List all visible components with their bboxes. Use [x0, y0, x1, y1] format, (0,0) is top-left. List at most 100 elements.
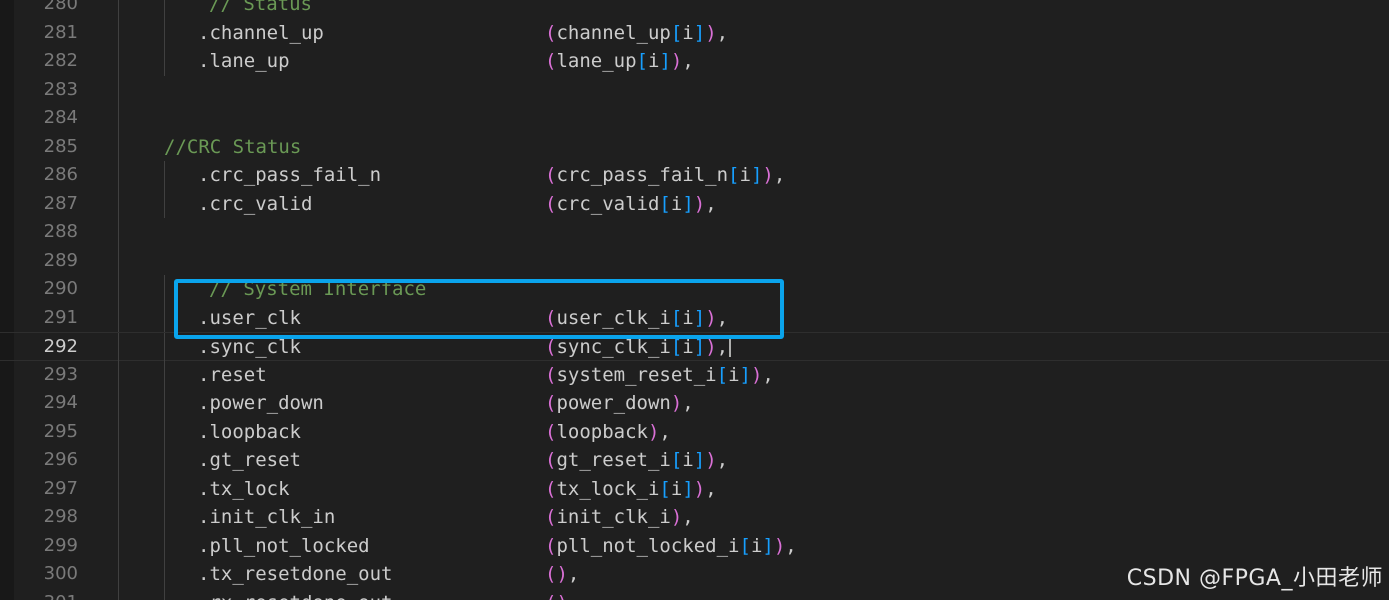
indent-guide: [164, 47, 165, 76]
line-number: 287: [43, 192, 78, 214]
code-line[interactable]: 297 .tx_lock (tx_lock_i[i]),: [0, 474, 1389, 504]
code-line[interactable]: 283: [0, 75, 1389, 104]
close-bracket: ]: [693, 449, 706, 471]
indent-guide: [118, 161, 119, 190]
line-number: 298: [43, 506, 78, 527]
open-paren: (: [545, 534, 557, 557]
code-line[interactable]: 296 .gt_reset (gt_reset_i[i]),: [0, 446, 1389, 475]
open-paren: (: [545, 477, 557, 500]
indent-guide: [118, 275, 119, 304]
close-paren: ): [670, 50, 683, 72]
indent-guide: [118, 132, 119, 161]
text-cursor: [729, 337, 731, 357]
code-line[interactable]: 298 .init_clk_in (init_clk_i),: [0, 503, 1389, 532]
port-connection: (system_reset_i[i]),: [545, 361, 774, 390]
close-paren: ): [693, 477, 706, 500]
line-number: 290: [43, 278, 78, 299]
code-line[interactable]: 280 // Status: [0, 0, 1389, 19]
close-paren: ): [705, 336, 717, 358]
index-var: i: [647, 50, 660, 72]
open-paren: (: [545, 449, 557, 471]
code-line[interactable]: 284: [0, 104, 1389, 133]
indent-guide: [118, 18, 119, 47]
indent-guide: [118, 47, 119, 76]
code-line[interactable]: 293 .reset (system_reset_i[i]),: [0, 360, 1389, 390]
indent-guide: [118, 588, 119, 600]
comma: ,: [773, 164, 786, 186]
line-number: 296: [43, 449, 78, 470]
code-line[interactable]: 282 .lane_up (lane_up[i]),: [0, 47, 1389, 76]
line-number: 289: [43, 249, 78, 271]
port-name: .channel_up: [198, 21, 324, 44]
code-line[interactable]: 286 .crc_pass_fail_n (crc_pass_fail_n[i]),: [0, 161, 1389, 190]
indent-guide: [164, 161, 165, 190]
port-name: .tx_resetdone_out: [198, 563, 393, 585]
code-line[interactable]: 294 .power_down (power_down),: [0, 389, 1389, 418]
close-paren: ): [762, 164, 774, 186]
code-line[interactable]: 281 .channel_up (channel_up[i]),: [0, 18, 1389, 47]
indent-guide: [164, 333, 165, 362]
open-paren: (: [545, 592, 556, 600]
open-bracket: [: [728, 164, 740, 186]
code-line[interactable]: 287 .crc_valid (crc_valid[i]),: [0, 189, 1389, 218]
line-number: 286: [43, 164, 78, 185]
comma: ,: [716, 21, 729, 44]
comma: ,: [705, 477, 717, 500]
port-connection: (gt_reset_i[i]),: [545, 446, 728, 475]
signal-name: init_clk_i: [556, 506, 671, 528]
open-paren: (: [545, 392, 557, 414]
indent-guide: [164, 275, 165, 304]
line-number: 293: [43, 363, 78, 385]
port-connection: (pll_not_locked_i[i]),: [545, 532, 797, 561]
indent-guide: [118, 333, 119, 362]
code-line[interactable]: 299 .pll_not_locked (pll_not_locked_i[i]),: [0, 531, 1389, 561]
indent-guide: [164, 560, 165, 589]
code-line[interactable]: 289: [0, 246, 1389, 275]
indent-guide: [164, 417, 165, 446]
signal-name: lane_up: [556, 50, 637, 72]
code-editor[interactable]: 280// Status 281 .channel_up (channel_up[i]…: [0, 0, 1389, 600]
line-number: 301: [0, 589, 78, 600]
open-bracket: [: [670, 336, 683, 358]
code-line[interactable]: 295 .loopback (loopback),: [0, 417, 1389, 447]
port-connection: (crc_pass_fail_n[i]),: [545, 161, 785, 190]
indent-guide: [118, 104, 119, 133]
index-var: i: [670, 192, 683, 215]
close-bracket: ]: [693, 21, 706, 44]
indent-guide: [118, 75, 119, 104]
close-paren: ): [705, 21, 717, 44]
watermark: CSDN @FPGA_小田老师: [1126, 566, 1383, 591]
line-number: 284: [43, 107, 78, 128]
code-line[interactable]: 288: [0, 218, 1389, 247]
port-name: .init_clk_in: [198, 506, 336, 528]
comma: ,: [716, 336, 729, 358]
comma: ,: [682, 392, 694, 414]
port-name: .pll_not_locked: [198, 534, 370, 557]
code-comment: //CRC Status: [164, 135, 302, 158]
line-number: 282: [43, 50, 78, 71]
port-connection: (power_down),: [545, 389, 694, 418]
port-name: .lane_up: [198, 50, 290, 72]
code-line[interactable]: 285 //CRC Status: [0, 132, 1389, 161]
open-bracket: [: [739, 534, 751, 557]
indent-guide: [118, 0, 119, 19]
line-number: 285: [43, 135, 78, 157]
indent-guide: [118, 474, 119, 503]
open-paren: (: [545, 336, 557, 358]
port-connection: (),: [545, 560, 579, 589]
open-paren: (: [545, 506, 557, 528]
open-bracket: [: [659, 192, 671, 215]
indent-guide: [164, 389, 165, 418]
port-connection: (tx_lock_i[i]),: [545, 475, 717, 504]
open-bracket: [: [670, 21, 683, 44]
index-var: i: [682, 21, 694, 44]
close-paren: ): [773, 534, 786, 557]
open-bracket: [: [659, 477, 671, 500]
comma: ,: [716, 449, 729, 471]
indent-guide: [164, 446, 165, 475]
close-bracket: ]: [750, 164, 763, 186]
line-number: 291: [43, 306, 78, 328]
port-connection: (loopback),: [545, 418, 671, 447]
highlight-annotation-box: [174, 279, 784, 339]
port-name: .loopback: [198, 420, 301, 443]
